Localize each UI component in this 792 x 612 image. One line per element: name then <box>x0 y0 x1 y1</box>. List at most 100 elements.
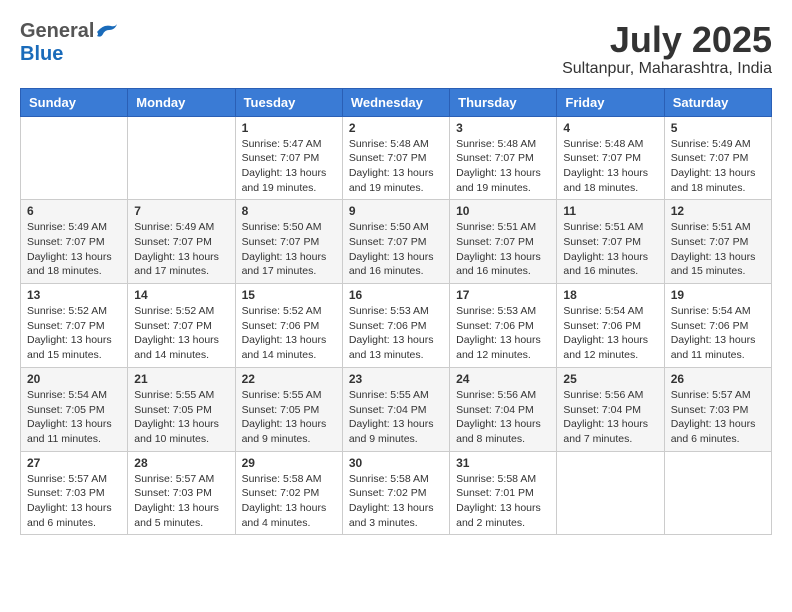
day-info: Sunrise: 5:51 AMSunset: 7:07 PMDaylight:… <box>563 220 657 279</box>
calendar-cell: 12 Sunrise: 5:51 AMSunset: 7:07 PMDayligh… <box>664 200 771 284</box>
day-number: 13 <box>27 288 121 302</box>
day-number: 20 <box>27 372 121 386</box>
calendar-cell: 31 Sunrise: 5:58 AMSunset: 7:01 PMDayligh… <box>450 451 557 535</box>
day-info: Sunrise: 5:54 AMSunset: 7:05 PMDaylight:… <box>27 388 121 447</box>
calendar-header-row: SundayMondayTuesdayWednesdayThursdayFrid… <box>21 88 772 116</box>
day-info: Sunrise: 5:50 AMSunset: 7:07 PMDaylight:… <box>242 220 336 279</box>
day-info: Sunrise: 5:58 AMSunset: 7:02 PMDaylight:… <box>349 472 443 531</box>
day-info: Sunrise: 5:51 AMSunset: 7:07 PMDaylight:… <box>456 220 550 279</box>
day-number: 10 <box>456 204 550 218</box>
logo-bird-icon <box>95 22 119 42</box>
day-number: 31 <box>456 456 550 470</box>
day-info: Sunrise: 5:48 AMSunset: 7:07 PMDaylight:… <box>349 137 443 196</box>
day-info: Sunrise: 5:57 AMSunset: 7:03 PMDaylight:… <box>134 472 228 531</box>
day-info: Sunrise: 5:47 AMSunset: 7:07 PMDaylight:… <box>242 137 336 196</box>
calendar-cell: 8 Sunrise: 5:50 AMSunset: 7:07 PMDaylight… <box>235 200 342 284</box>
calendar-cell: 6 Sunrise: 5:49 AMSunset: 7:07 PMDaylight… <box>21 200 128 284</box>
day-number: 29 <box>242 456 336 470</box>
calendar-cell: 25Sunrise: 5:56 AMSunset: 7:04 PMDayligh… <box>557 367 664 451</box>
day-number: 6 <box>27 204 121 218</box>
calendar-cell: 18 Sunrise: 5:54 AMSunset: 7:06 PMDayligh… <box>557 284 664 368</box>
day-number: 2 <box>349 121 443 135</box>
day-number: 24 <box>456 372 550 386</box>
day-info: Sunrise: 5:50 AMSunset: 7:07 PMDaylight:… <box>349 220 443 279</box>
calendar-day-header: Saturday <box>664 88 771 116</box>
day-info: Sunrise: 5:52 AMSunset: 7:06 PMDaylight:… <box>242 304 336 363</box>
day-number: 23 <box>349 372 443 386</box>
calendar-cell: 2 Sunrise: 5:48 AMSunset: 7:07 PMDaylight… <box>342 116 449 200</box>
calendar-cell: 29 Sunrise: 5:58 AMSunset: 7:02 PMDayligh… <box>235 451 342 535</box>
month-title: July 2025 <box>562 20 772 60</box>
day-info: Sunrise: 5:53 AMSunset: 7:06 PMDaylight:… <box>349 304 443 363</box>
day-number: 26 <box>671 372 765 386</box>
location: Sultanpur, Maharashtra, India <box>562 60 772 78</box>
calendar-day-header: Wednesday <box>342 88 449 116</box>
logo: General Blue <box>20 20 119 66</box>
calendar-cell: 7 Sunrise: 5:49 AMSunset: 7:07 PMDaylight… <box>128 200 235 284</box>
day-number: 22 <box>242 372 336 386</box>
day-number: 18 <box>563 288 657 302</box>
calendar-cell: 22 Sunrise: 5:55 AMSunset: 7:05 PMDayligh… <box>235 367 342 451</box>
day-info: Sunrise: 5:58 AMSunset: 7:02 PMDaylight:… <box>242 472 336 531</box>
calendar-cell: 9 Sunrise: 5:50 AMSunset: 7:07 PMDaylight… <box>342 200 449 284</box>
day-info: Sunrise: 5:57 AMSunset: 7:03 PMDaylight:… <box>27 472 121 531</box>
calendar-week-row: 1 Sunrise: 5:47 AMSunset: 7:07 PMDaylight… <box>21 116 772 200</box>
day-info: Sunrise: 5:58 AMSunset: 7:01 PMDaylight:… <box>456 472 550 531</box>
day-info: Sunrise: 5:56 AMSunset: 7:04 PMDaylight:… <box>456 388 550 447</box>
day-number: 9 <box>349 204 443 218</box>
day-number: 8 <box>242 204 336 218</box>
calendar-day-header: Sunday <box>21 88 128 116</box>
day-info: Sunrise: 5:55 AMSunset: 7:05 PMDaylight:… <box>134 388 228 447</box>
day-number: 27 <box>27 456 121 470</box>
day-number: 11 <box>563 204 657 218</box>
calendar-cell: 14 Sunrise: 5:52 AMSunset: 7:07 PMDayligh… <box>128 284 235 368</box>
day-number: 1 <box>242 121 336 135</box>
logo-general: General <box>20 20 94 43</box>
calendar-cell: 4Sunrise: 5:48 AMSunset: 7:07 PMDaylight… <box>557 116 664 200</box>
calendar-week-row: 20 Sunrise: 5:54 AMSunset: 7:05 PMDayligh… <box>21 367 772 451</box>
calendar-cell: 27 Sunrise: 5:57 AMSunset: 7:03 PMDayligh… <box>21 451 128 535</box>
day-info: Sunrise: 5:52 AMSunset: 7:07 PMDaylight:… <box>27 304 121 363</box>
day-number: 30 <box>349 456 443 470</box>
day-number: 15 <box>242 288 336 302</box>
day-number: 16 <box>349 288 443 302</box>
page-header: General Blue July 2025 Sultanpur, Mahara… <box>20 20 772 78</box>
day-info: Sunrise: 5:51 AMSunset: 7:07 PMDaylight:… <box>671 220 765 279</box>
day-info: Sunrise: 5:54 AMSunset: 7:06 PMDaylight:… <box>671 304 765 363</box>
day-number: 21 <box>134 372 228 386</box>
day-info: Sunrise: 5:49 AMSunset: 7:07 PMDaylight:… <box>27 220 121 279</box>
calendar-week-row: 27 Sunrise: 5:57 AMSunset: 7:03 PMDayligh… <box>21 451 772 535</box>
title-section: July 2025 Sultanpur, Maharashtra, India <box>562 20 772 78</box>
calendar-week-row: 13 Sunrise: 5:52 AMSunset: 7:07 PMDayligh… <box>21 284 772 368</box>
day-number: 14 <box>134 288 228 302</box>
day-info: Sunrise: 5:49 AMSunset: 7:07 PMDaylight:… <box>134 220 228 279</box>
calendar-cell: 24 Sunrise: 5:56 AMSunset: 7:04 PMDayligh… <box>450 367 557 451</box>
calendar-cell: 17Sunrise: 5:53 AMSunset: 7:06 PMDayligh… <box>450 284 557 368</box>
day-info: Sunrise: 5:55 AMSunset: 7:05 PMDaylight:… <box>242 388 336 447</box>
day-number: 12 <box>671 204 765 218</box>
calendar-cell: 28Sunrise: 5:57 AMSunset: 7:03 PMDayligh… <box>128 451 235 535</box>
calendar-cell: 1 Sunrise: 5:47 AMSunset: 7:07 PMDaylight… <box>235 116 342 200</box>
day-number: 7 <box>134 204 228 218</box>
calendar-cell: 21 Sunrise: 5:55 AMSunset: 7:05 PMDayligh… <box>128 367 235 451</box>
day-info: Sunrise: 5:48 AMSunset: 7:07 PMDaylight:… <box>456 137 550 196</box>
calendar-week-row: 6 Sunrise: 5:49 AMSunset: 7:07 PMDaylight… <box>21 200 772 284</box>
calendar-cell: 13 Sunrise: 5:52 AMSunset: 7:07 PMDayligh… <box>21 284 128 368</box>
calendar-day-header: Friday <box>557 88 664 116</box>
day-info: Sunrise: 5:56 AMSunset: 7:04 PMDaylight:… <box>563 388 657 447</box>
calendar-day-header: Tuesday <box>235 88 342 116</box>
day-info: Sunrise: 5:52 AMSunset: 7:07 PMDaylight:… <box>134 304 228 363</box>
day-info: Sunrise: 5:49 AMSunset: 7:07 PMDaylight:… <box>671 137 765 196</box>
calendar-cell: 26Sunrise: 5:57 AMSunset: 7:03 PMDayligh… <box>664 367 771 451</box>
day-info: Sunrise: 5:54 AMSunset: 7:06 PMDaylight:… <box>563 304 657 363</box>
calendar-cell: 3 Sunrise: 5:48 AMSunset: 7:07 PMDaylight… <box>450 116 557 200</box>
logo-blue: Blue <box>20 43 63 66</box>
calendar-table: SundayMondayTuesdayWednesdayThursdayFrid… <box>20 88 772 536</box>
calendar-cell <box>664 451 771 535</box>
calendar-cell: 11 Sunrise: 5:51 AMSunset: 7:07 PMDayligh… <box>557 200 664 284</box>
calendar-day-header: Thursday <box>450 88 557 116</box>
day-number: 3 <box>456 121 550 135</box>
calendar-cell <box>21 116 128 200</box>
day-number: 5 <box>671 121 765 135</box>
calendar-cell: 10 Sunrise: 5:51 AMSunset: 7:07 PMDayligh… <box>450 200 557 284</box>
